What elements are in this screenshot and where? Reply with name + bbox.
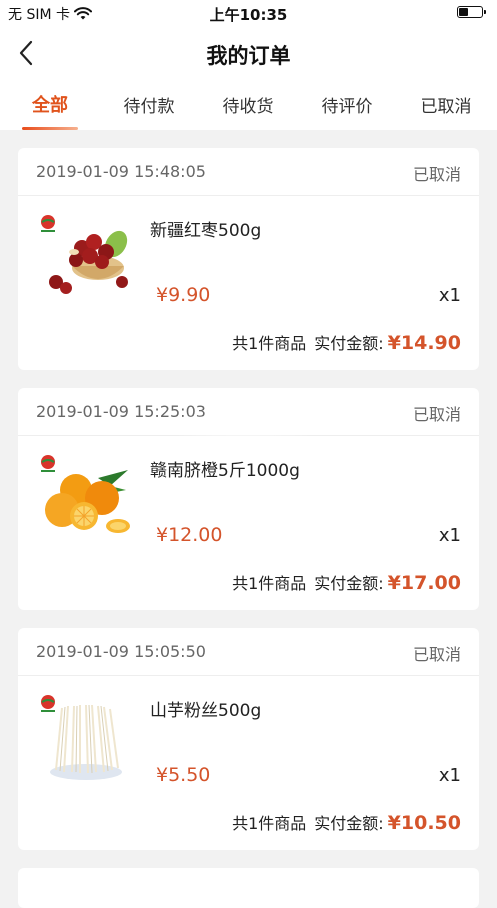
nav-bar: 我的订单 (0, 26, 497, 80)
order-header: 2019-01-09 15:48:05 已取消 (18, 148, 479, 196)
product-quantity: x1 (438, 285, 461, 306)
tab-pending-payment[interactable]: 待付款 (104, 92, 194, 117)
order-total: ¥17.00 (387, 572, 461, 594)
paid-label: 实付金额: (314, 814, 384, 833)
sweet-potato-vermicelli-image[interactable] (36, 690, 130, 784)
item-count: 共1件商品 (232, 334, 307, 353)
order-summary: 共1件商品 实付金额: ¥14.90 (232, 330, 461, 354)
clock: 上午10:35 (209, 6, 288, 24)
tab-cancelled[interactable]: 已取消 (401, 92, 491, 117)
product-name[interactable]: 新疆红枣500g (150, 216, 261, 241)
navel-oranges-image[interactable] (36, 450, 130, 544)
order-total: ¥10.50 (387, 812, 461, 834)
product-price: ¥12.00 (156, 524, 223, 546)
item-count: 共1件商品 (232, 574, 307, 593)
order-summary: 共1件商品 实付金额: ¥17.00 (232, 570, 461, 594)
tab-all[interactable]: 全部 (5, 91, 95, 117)
order-header: 2019-01-09 15:25:03 已取消 (18, 388, 479, 436)
item-count: 共1件商品 (232, 814, 307, 833)
tab-pending-review[interactable]: 待评价 (302, 92, 392, 117)
product-price: ¥9.90 (156, 284, 211, 306)
order-card[interactable]: 2019-01-09 15:25:03 已取消 赣南脐橙5斤1000g ¥12.… (18, 388, 479, 610)
red-dates-image[interactable] (36, 210, 130, 304)
order-time: 2019-01-09 15:48:05 (36, 162, 206, 181)
order-status: 已取消 (412, 165, 461, 184)
battery-icon (457, 6, 486, 18)
order-card[interactable]: 2019-01-09 15:48:05 已取消 新疆红枣500g ¥9.90 x… (18, 148, 479, 370)
order-tabs: 全部 待付款 待收货 待评价 已取消 (0, 80, 497, 130)
order-card[interactable] (18, 868, 479, 908)
product-price: ¥5.50 (156, 764, 211, 786)
status-bar: 无 SIM 卡 上午10:35 (0, 0, 497, 26)
page-title: 我的订单 (206, 44, 291, 68)
order-card[interactable]: 2019-01-09 15:05:50 已取消 山芋粉丝500g ¥5.50 x… (18, 628, 479, 850)
product-name[interactable]: 赣南脐橙5斤1000g (150, 456, 300, 481)
product-name[interactable]: 山芋粉丝500g (150, 696, 261, 721)
order-time: 2019-01-09 15:25:03 (36, 402, 206, 421)
order-status: 已取消 (412, 645, 461, 664)
order-status: 已取消 (412, 405, 461, 424)
order-time: 2019-01-09 15:05:50 (36, 642, 206, 661)
product-quantity: x1 (438, 765, 461, 786)
paid-label: 实付金额: (314, 574, 384, 593)
battery-level (459, 8, 468, 16)
active-tab-indicator (22, 127, 78, 130)
tab-pending-receipt[interactable]: 待收货 (203, 92, 293, 117)
order-header: 2019-01-09 15:05:50 已取消 (18, 628, 479, 676)
paid-label: 实付金额: (314, 334, 384, 353)
order-total: ¥14.90 (387, 332, 461, 354)
product-quantity: x1 (438, 525, 461, 546)
order-summary: 共1件商品 实付金额: ¥10.50 (232, 810, 461, 834)
